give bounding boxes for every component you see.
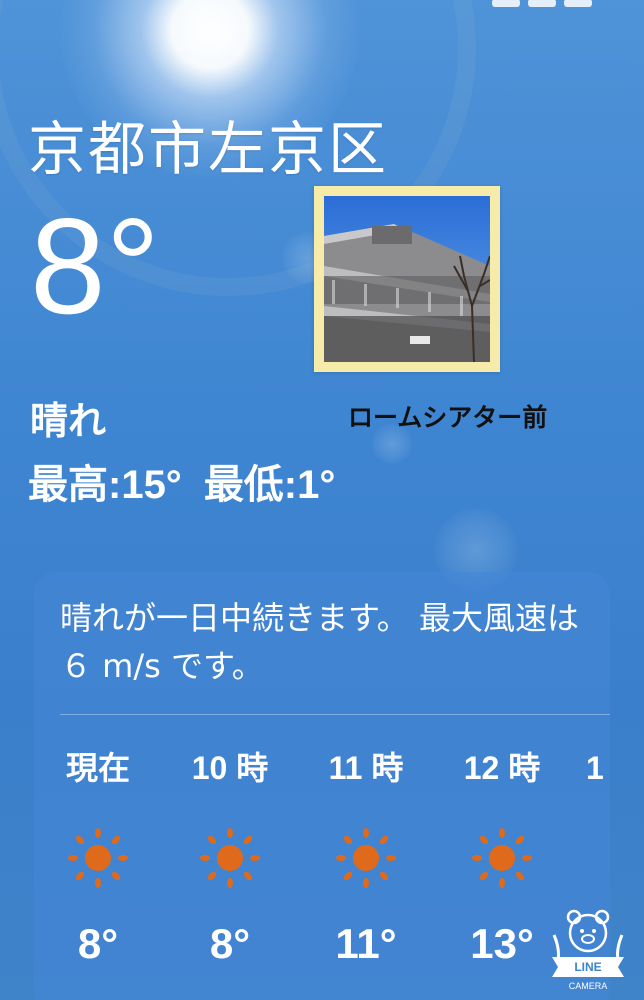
hourly-list[interactable]: 現在 8° 10 時 8° 11 時 11° 12 時 13° 1 — [34, 748, 610, 1000]
current-temperature: 8° — [30, 190, 161, 342]
hour-label: 1 — [586, 750, 604, 786]
hour-item: 12 時 13° — [442, 748, 562, 968]
sun-icon — [472, 828, 532, 888]
watermark-sub: CAMERA — [569, 981, 608, 991]
status-icons — [484, 0, 604, 7]
sun-icon — [336, 828, 396, 888]
city-name: 京都市左京区 — [28, 115, 389, 183]
hourly-forecast-card[interactable]: 晴れが一日中続きます。 最大風速は６ m/s です。 現在 8° 10 時 8°… — [34, 572, 610, 1000]
divider — [60, 714, 610, 715]
forecast-summary: 晴れが一日中続きます。 最大風速は６ m/s です。 — [60, 599, 579, 685]
hour-temperature: 8° — [209, 920, 251, 967]
hour-label: 11 時 — [328, 750, 404, 786]
hour-label: 10 時 — [191, 750, 269, 786]
photo-sticker — [314, 186, 500, 372]
line-camera-watermark: LINE CAMERA — [552, 909, 624, 991]
sun-icon — [200, 828, 260, 888]
hour-label: 12 時 — [463, 750, 541, 786]
hour-item: 11 時 11° — [306, 748, 426, 968]
low-temperature: 最低:1° — [203, 463, 336, 507]
hour-item: 1 — [586, 748, 610, 788]
sun-icon — [68, 828, 128, 888]
weather-condition: 晴れ — [30, 399, 107, 443]
hour-item: 10 時 8° — [170, 748, 290, 968]
hour-temperature: 8° — [77, 920, 119, 967]
status-bar — [0, 0, 644, 12]
photo-caption: ロームシアター前 — [348, 403, 548, 432]
hour-temperature: 13° — [470, 920, 534, 967]
weather-screen: 京都市左京区 8° 晴れ 最高:15° 最低:1° ロームシアター前 晴れが一日… — [0, 0, 644, 1000]
hour-label: 現在 — [65, 750, 130, 786]
building-illustration — [324, 224, 490, 362]
hour-temperature: 11° — [335, 920, 397, 967]
watermark-brand: LINE — [574, 960, 601, 974]
high-low: 最高:15° 最低:1° — [28, 452, 335, 510]
hour-item: 現在 8° — [38, 748, 158, 968]
high-temperature: 最高:15° — [28, 463, 182, 507]
theater-photo — [324, 196, 490, 362]
